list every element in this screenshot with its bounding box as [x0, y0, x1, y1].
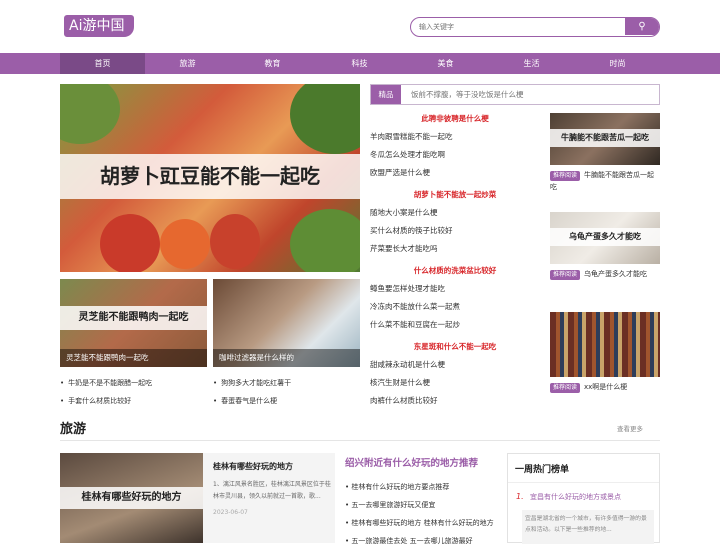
hero-veg-shape: [60, 84, 120, 144]
article-group: 什么材质的洗菜盆比较好 鳟鱼要怎样处理才能吃 冷冻肉不能放什么菜一起煮 什么菜不…: [370, 262, 540, 334]
thumb-card[interactable]: 咖啡过滤器是什么样的: [213, 279, 360, 367]
featured-tabbar: 精品 饭前不撑腹，等于没吃饭是什么梗: [370, 84, 660, 105]
travel-band: 桂林有哪些好玩的地方: [60, 487, 203, 509]
nav-education[interactable]: 教育: [230, 53, 315, 74]
list-item[interactable]: • 手套什么材质比较好: [60, 392, 207, 410]
list-item[interactable]: 核汽生财是什么梗: [370, 374, 540, 392]
hero-image[interactable]: 胡萝卜豇豆能不能一起吃: [60, 84, 360, 272]
nav-travel[interactable]: 旅游: [145, 53, 230, 74]
hot-ranking: 一周热门榜单 1. 宜昌有什么好玩的地方或景点 宜昌是湖北省的一个城市，有许多值…: [507, 453, 660, 544]
search-button[interactable]: ⚲: [625, 18, 659, 35]
search-input[interactable]: [411, 18, 626, 35]
nav-fashion[interactable]: 时尚: [575, 53, 660, 74]
recommend-tag: 推荐阅读: [550, 270, 581, 280]
list-item[interactable]: 肉裤什么材质比较好: [370, 392, 540, 410]
list-item[interactable]: 芹菜要长大才能吃吗: [370, 240, 540, 258]
list-item[interactable]: 买什么材质的筷子比较好: [370, 222, 540, 240]
group-headline[interactable]: 东星斑和什么不能一起吃: [370, 338, 540, 356]
list-item[interactable]: 欧盟严选是什么梗: [370, 164, 540, 182]
travel-card-desc: 1、漓江风景名胜区，桂林漓江风景区位于桂林市灵川县，领久以前就过一首歌，歌...: [213, 481, 331, 500]
search-icon: ⚲: [638, 21, 646, 32]
thumb-band: 灵芝能不能跟鸭肉一起吃: [60, 306, 207, 330]
nav-food[interactable]: 美食: [403, 53, 488, 74]
list-item[interactable]: • 春蛋春气是什么梗: [213, 392, 360, 410]
section-title-travel: 旅游: [60, 422, 87, 437]
travel-image: 桂林有哪些好玩的地方: [60, 453, 203, 543]
search-box: ⚲: [410, 17, 660, 37]
rank-item[interactable]: 宜昌有什么好玩的地方或景点: [530, 492, 621, 502]
list-item[interactable]: 什么菜不能和豆腐在一起炒: [370, 316, 540, 334]
recommend-meta: 推荐阅读 xx啊是什么梗: [550, 381, 660, 393]
group-headline[interactable]: 胡萝卜能不能放一起炒菜: [370, 186, 540, 204]
hero-veg-shape: [210, 214, 260, 269]
hero-veg-shape: [290, 84, 360, 154]
hot-ranking-title: 一周热门榜单: [515, 465, 570, 475]
list-item[interactable]: 随地大小案是什么梗: [370, 204, 540, 222]
hero-veg-shape: [290, 209, 360, 272]
list-item[interactable]: • 狗狗多大才能吃红薯干: [213, 374, 360, 392]
recommend-meta: 推荐阅读 乌龟产蛋多久才能吃: [550, 268, 660, 280]
hero-banner: 胡萝卜豇豆能不能一起吃: [60, 154, 360, 199]
bottom-list-left: • 牛奶是不是不能跟醋一起吃 • 手套什么材质比较好: [60, 374, 207, 410]
list-item[interactable]: • 桂林有什么好玩的地方要点推荐: [345, 478, 495, 496]
site-logo[interactable]: Ai游中国: [64, 15, 134, 37]
rank-desc: 宜昌是湖北省的一个城市，有许多值得一游的景点和活动。以下是一些推荐的地...: [522, 510, 654, 544]
list-item[interactable]: 羊肉跟雪糕能不能一起吃: [370, 128, 540, 146]
list-item[interactable]: • 桂林有哪些好玩的地方 桂林有什么好玩的地方: [345, 514, 495, 532]
list-item[interactable]: • 牛奶是不是不能跟醋一起吃: [60, 374, 207, 392]
list-item[interactable]: 冷冻肉不能放什么菜一起煮: [370, 298, 540, 316]
article-group: 胡萝卜能不能放一起炒菜 随地大小案是什么梗 买什么材质的筷子比较好 芹菜要长大才…: [370, 186, 540, 258]
nav-tech[interactable]: 科技: [317, 53, 402, 74]
recommend-title[interactable]: xx啊是什么梗: [584, 383, 627, 391]
article-group: 东星斑和什么不能一起吃 甜咸辣永动机是什么梗 核汽生财是什么梗 肉裤什么材质比较…: [370, 338, 540, 410]
recommend-image: 牛腩能不能跟苦瓜一起吃: [550, 113, 660, 165]
recommend-card[interactable]: 乌龟产蛋多久才能吃 推荐阅读 乌龟产蛋多久才能吃: [550, 212, 660, 280]
travel-list-head[interactable]: 绍兴附近有什么好玩的地方推荐: [345, 456, 495, 478]
recommend-band: 牛腩能不能跟苦瓜一起吃: [550, 129, 660, 147]
travel-list: 绍兴附近有什么好玩的地方推荐 • 桂林有什么好玩的地方要点推荐 • 五一去哪里旅…: [345, 456, 495, 550]
nav-life[interactable]: 生活: [489, 53, 574, 74]
header: Ai游中国 ⚲: [0, 0, 720, 53]
list-item[interactable]: 鳟鱼要怎样处理才能吃: [370, 280, 540, 298]
hero-veg-shape: [160, 219, 210, 269]
group-headline[interactable]: 什么材质的洗菜盆比较好: [370, 262, 540, 280]
more-link[interactable]: 查看更多: [617, 423, 643, 433]
thumb-caption: 灵芝能不能跟鸭肉一起吃: [60, 349, 207, 367]
section-divider: [60, 440, 660, 441]
thumb-card[interactable]: 灵芝能不能跟鸭肉一起吃 灵芝能不能跟鸭肉一起吃: [60, 279, 207, 367]
recommend-image: [550, 312, 660, 377]
list-item[interactable]: • 五一去哪里旅游好玩又便宜: [345, 496, 495, 514]
tab-featured[interactable]: 精品: [371, 85, 401, 104]
recommend-card[interactable]: 推荐阅读 xx啊是什么梗: [550, 312, 660, 393]
travel-card-title[interactable]: 桂林有哪些好玩的地方: [213, 461, 293, 472]
article-group: 此聘非彼聘是什么梗 羊肉跟雪糕能不能一起吃 冬瓜怎么处理才能吃啊 欧盟严选是什么…: [370, 110, 540, 182]
recommend-meta: 推荐阅读 牛腩能不能跟苦瓜一起吃: [550, 169, 660, 193]
recommend-card[interactable]: 牛腩能不能跟苦瓜一起吃 推荐阅读 牛腩能不能跟苦瓜一起吃: [550, 113, 660, 193]
main-nav: 首页 旅游 教育 科技 美食 生活 时尚: [0, 53, 720, 74]
recommend-title[interactable]: 乌龟产蛋多久才能吃: [584, 270, 647, 278]
travel-card[interactable]: 桂林有哪些好玩的地方 桂林有哪些好玩的地方 1、漓江风景名胜区，桂林漓江风景区位…: [60, 453, 335, 543]
thumb-caption: 咖啡过滤器是什么样的: [213, 349, 360, 367]
recommend-image: 乌龟产蛋多久才能吃: [550, 212, 660, 264]
nav-home[interactable]: 首页: [60, 53, 145, 74]
rank-number: 1.: [516, 492, 524, 501]
recommend-band: 乌龟产蛋多久才能吃: [550, 228, 660, 246]
recommend-tag: 推荐阅读: [550, 171, 581, 181]
recommend-tag: 推荐阅读: [550, 383, 581, 393]
hero-veg-shape: [100, 214, 160, 272]
featured-tip[interactable]: 饭前不撑腹，等于没吃饭是什么梗: [411, 85, 524, 104]
list-item[interactable]: 甜咸辣永动机是什么梗: [370, 356, 540, 374]
hot-divider: [508, 482, 659, 483]
list-item[interactable]: • 五一旅游最佳去处 五一去哪儿旅游最好: [345, 532, 495, 550]
travel-card-date: 2023-06-07: [213, 509, 248, 516]
group-headline[interactable]: 此聘非彼聘是什么梗: [370, 110, 540, 128]
bottom-list-right: • 狗狗多大才能吃红薯干 • 春蛋春气是什么梗: [213, 374, 360, 410]
list-item[interactable]: 冬瓜怎么处理才能吃啊: [370, 146, 540, 164]
